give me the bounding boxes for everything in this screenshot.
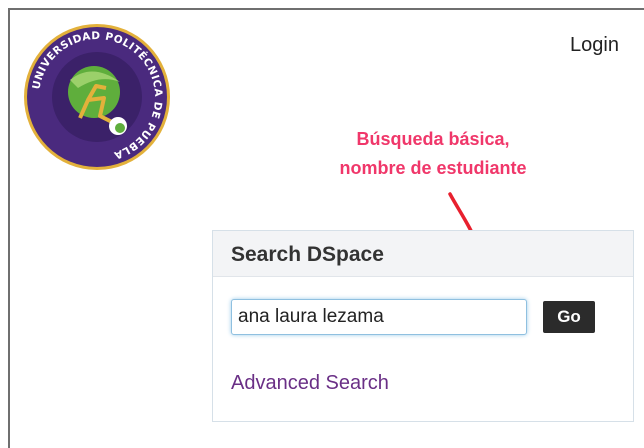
search-panel: Search DSpace Go Advanced Search <box>212 230 634 422</box>
advanced-search-link[interactable]: Advanced Search <box>231 372 389 395</box>
login-link[interactable]: Login <box>570 34 619 57</box>
search-panel-title: Search DSpace <box>213 231 633 277</box>
university-logo[interactable]: UNIVERSIDAD POLITÉCNICA DE PUEBLA <box>22 22 172 172</box>
annotation-line-2: nombre de estudiante <box>339 158 527 178</box>
search-input[interactable] <box>231 299 527 335</box>
annotation-line-1: Búsqueda básica, <box>356 129 510 149</box>
go-button[interactable]: Go <box>543 301 595 333</box>
annotation-label: Búsqueda básica, nombre de estudiante <box>298 125 568 183</box>
